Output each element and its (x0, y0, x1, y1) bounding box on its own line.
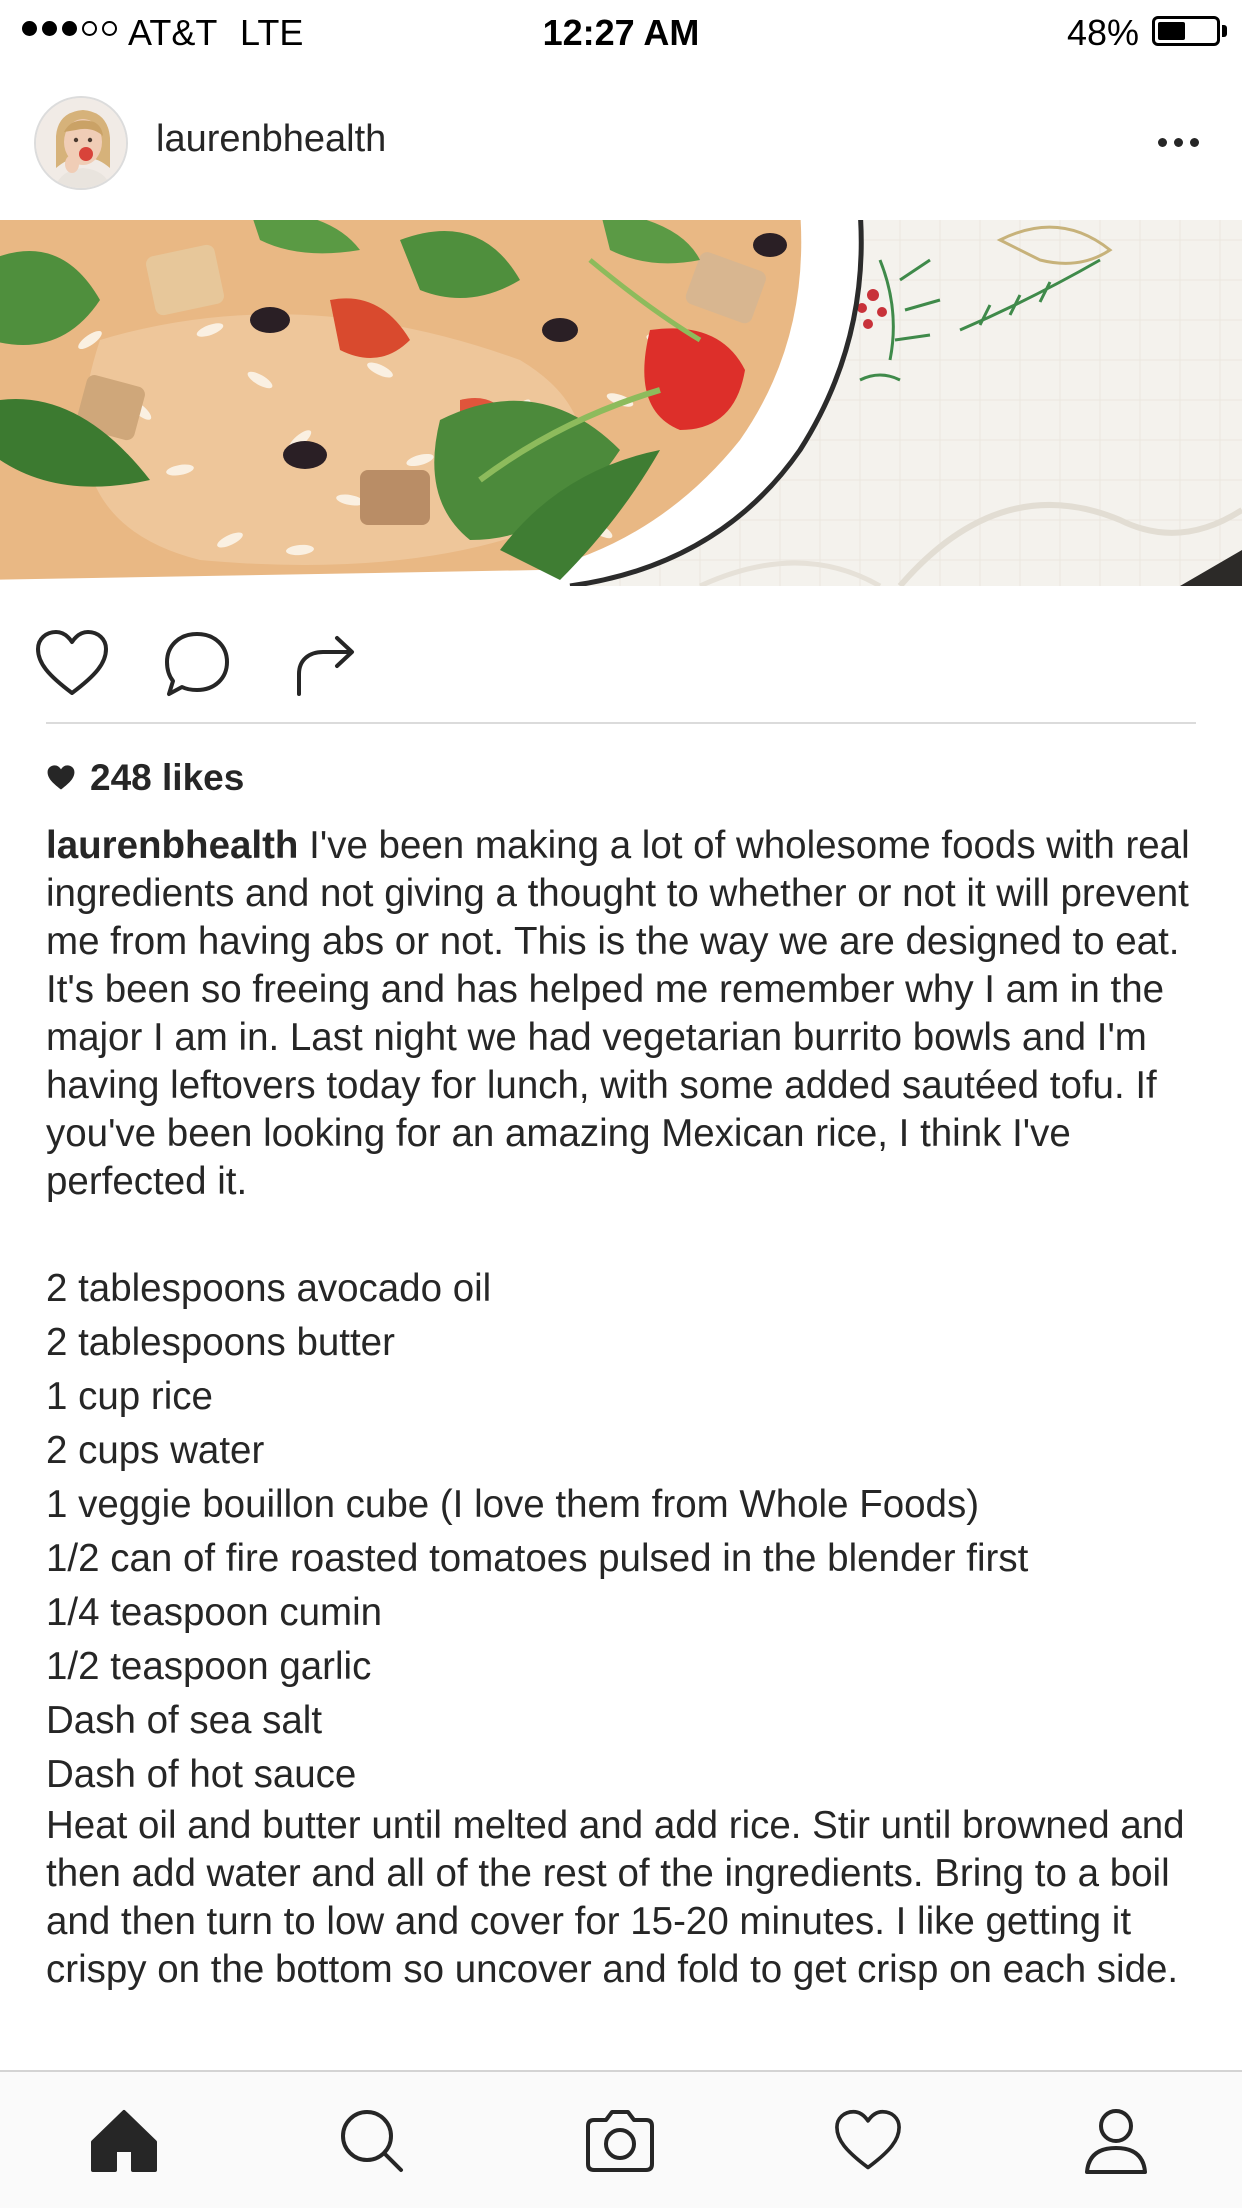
heart-icon (36, 630, 108, 695)
ingredient-line: 1/2 can of fire roasted tomatoes pulsed … (46, 1537, 1029, 1580)
post-actions (0, 586, 1242, 722)
camera-icon (586, 2110, 654, 2172)
divider (46, 722, 1196, 724)
battery-tip (1222, 25, 1227, 37)
likes-count[interactable]: 248 likes (46, 753, 244, 803)
ingredient-line: 1 cup rice (46, 1375, 213, 1418)
share-button[interactable] (283, 622, 367, 706)
ingredient-line: 2 tablespoons butter (46, 1321, 395, 1364)
filled-heart-icon (47, 765, 75, 790)
status-time: 12:27 AM (542, 12, 700, 53)
avatar[interactable] (34, 96, 128, 190)
tab-home[interactable] (74, 2096, 174, 2186)
tab-search[interactable] (322, 2096, 422, 2186)
post-photo[interactable] (0, 220, 1242, 586)
ingredient-line: 1/4 teaspoon cumin (46, 1591, 383, 1634)
post-username[interactable]: laurenbhealth (156, 118, 386, 161)
home-icon (91, 2110, 157, 2172)
caption-username[interactable]: laurenbhealth (46, 824, 298, 867)
recipe-method: Heat oil and butter until melted and add… (46, 1804, 1185, 1991)
food-bowl-image (0, 220, 1242, 586)
bottom-tab-bar (0, 2070, 1242, 2208)
likes-text: 248 likes (90, 757, 245, 798)
search-icon (341, 2110, 403, 2172)
comment-button[interactable] (155, 622, 239, 706)
post-header: laurenbhealth (0, 62, 1242, 220)
tab-camera[interactable] (570, 2096, 670, 2186)
ingredient-line: 1/2 teaspoon garlic (46, 1645, 372, 1688)
profile-icon (1085, 2109, 1147, 2174)
battery-percent: 48% (1066, 12, 1139, 53)
ingredient-line: Dash of hot sauce (46, 1753, 357, 1796)
ingredient-line: 2 tablespoons avocado oil (46, 1267, 492, 1310)
status-bar: AT&T LTE 12:27 AM 48% (0, 0, 1242, 62)
tab-profile[interactable] (1066, 2096, 1166, 2186)
activity-heart-icon (835, 2109, 901, 2170)
ingredients-list: 2 tablespoons avocado oil 2 tablespoons … (46, 1262, 1206, 1802)
ingredient-line: 1 veggie bouillon cube (I love them from… (46, 1483, 980, 1526)
avatar-image (36, 98, 126, 188)
like-button[interactable] (30, 622, 114, 706)
caption-text: I've been making a lot of wholesome food… (46, 824, 1190, 1203)
share-icon (297, 636, 354, 696)
battery-icon (1152, 16, 1220, 46)
comment-icon (165, 632, 229, 696)
ingredient-line: 2 cups water (46, 1429, 265, 1472)
ingredient-line: Dash of sea salt (46, 1699, 323, 1742)
caption: laurenbhealth I've been making a lot of … (46, 822, 1206, 1206)
tab-activity[interactable] (818, 2096, 918, 2186)
more-horizontal-icon (1157, 137, 1167, 147)
more-options-button[interactable] (1148, 122, 1208, 162)
